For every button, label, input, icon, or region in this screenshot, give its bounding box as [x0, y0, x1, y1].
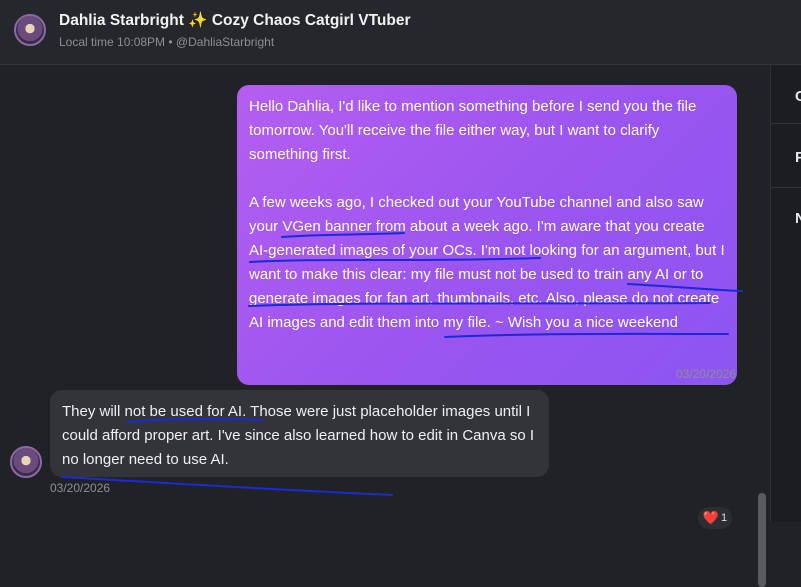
reaction-badge[interactable]: ❤️ 1: [698, 507, 732, 529]
contact-title: Dahlia Starbright ✨ Cozy Chaos Catgirl V…: [59, 11, 410, 30]
side-panel-item-2[interactable]: P: [795, 149, 801, 166]
incoming-message[interactable]: They will not be used for AI. Those were…: [50, 390, 549, 477]
divider: [771, 123, 801, 124]
contact-tagline: Cozy Chaos Catgirl VTuber: [211, 12, 411, 29]
outgoing-timestamp: 03/20/2026: [675, 367, 736, 381]
sender-avatar[interactable]: [10, 446, 42, 478]
contact-name: Dahlia Starbright: [59, 12, 184, 29]
scrollbar-thumb[interactable]: [758, 493, 766, 587]
side-panel: C P N: [770, 65, 801, 522]
outgoing-paragraph-1: Hello Dahlia, I'd like to mention someth…: [249, 98, 697, 163]
incoming-text: They will not be used for AI. Those were…: [62, 403, 535, 468]
message-thread: Hello Dahlia, I'd like to mention someth…: [0, 65, 770, 587]
outgoing-paragraph-2: A few weeks ago, I checked out your YouT…: [249, 194, 725, 331]
sparkle-icon: ✨: [188, 12, 208, 29]
local-time-handle: Local time 10:08PM • @DahliaStarbright: [59, 35, 275, 49]
reaction-count: 1: [721, 512, 728, 524]
chat-header: Dahlia Starbright ✨ Cozy Chaos Catgirl V…: [0, 0, 801, 65]
avatar[interactable]: [14, 14, 46, 46]
side-panel-item-3[interactable]: N: [795, 210, 801, 227]
incoming-timestamp: 03/20/2026: [50, 481, 111, 495]
divider: [771, 187, 801, 188]
side-panel-item-1[interactable]: C: [795, 88, 801, 105]
outgoing-message[interactable]: Hello Dahlia, I'd like to mention someth…: [237, 85, 737, 385]
heart-icon: ❤️: [702, 510, 720, 525]
